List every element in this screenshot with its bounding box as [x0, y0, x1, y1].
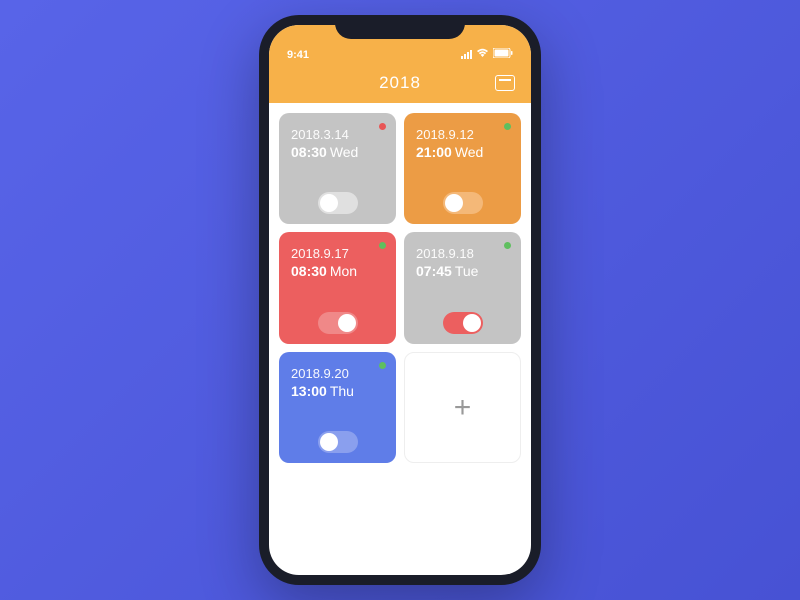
alarm-toggle[interactable] [443, 312, 483, 334]
screen: 9:41 2018 2018.3.14 08:30Wed [269, 25, 531, 575]
card-time: 21:00Wed [416, 144, 509, 160]
card-date: 2018.3.14 [291, 127, 384, 142]
card-date: 2018.9.12 [416, 127, 509, 142]
status-indicators [461, 48, 513, 61]
card-grid: 2018.3.14 08:30Wed 2018.9.12 21:00Wed 20… [269, 103, 531, 473]
alarm-toggle[interactable] [318, 312, 358, 334]
alarm-card[interactable]: 2018.9.17 08:30Mon [279, 232, 396, 343]
card-date: 2018.9.18 [416, 246, 509, 261]
alarm-toggle[interactable] [318, 192, 358, 214]
alarm-card[interactable]: 2018.3.14 08:30Wed [279, 113, 396, 224]
plus-icon: + [454, 391, 472, 425]
card-time: 13:00Thu [291, 383, 384, 399]
alarm-card[interactable]: 2018.9.18 07:45Tue [404, 232, 521, 343]
card-time: 07:45Tue [416, 263, 509, 279]
card-date: 2018.9.20 [291, 366, 384, 381]
card-time: 08:30Wed [291, 144, 384, 160]
status-time: 9:41 [287, 49, 309, 61]
page-title: 2018 [379, 73, 421, 93]
alarm-card[interactable]: 2018.9.20 13:00Thu [279, 352, 396, 463]
calendar-icon[interactable] [495, 75, 515, 91]
signal-icon [461, 50, 472, 59]
alarm-toggle[interactable] [318, 431, 358, 453]
card-date: 2018.9.17 [291, 246, 384, 261]
add-alarm-button[interactable]: + [404, 352, 521, 463]
card-time: 08:30Mon [291, 263, 384, 279]
header: 2018 [269, 63, 531, 103]
notch [335, 15, 465, 39]
alarm-toggle[interactable] [443, 192, 483, 214]
alarm-card[interactable]: 2018.9.12 21:00Wed [404, 113, 521, 224]
wifi-icon [476, 48, 489, 61]
phone-frame: 9:41 2018 2018.3.14 08:30Wed [259, 15, 541, 585]
battery-icon [493, 48, 513, 61]
